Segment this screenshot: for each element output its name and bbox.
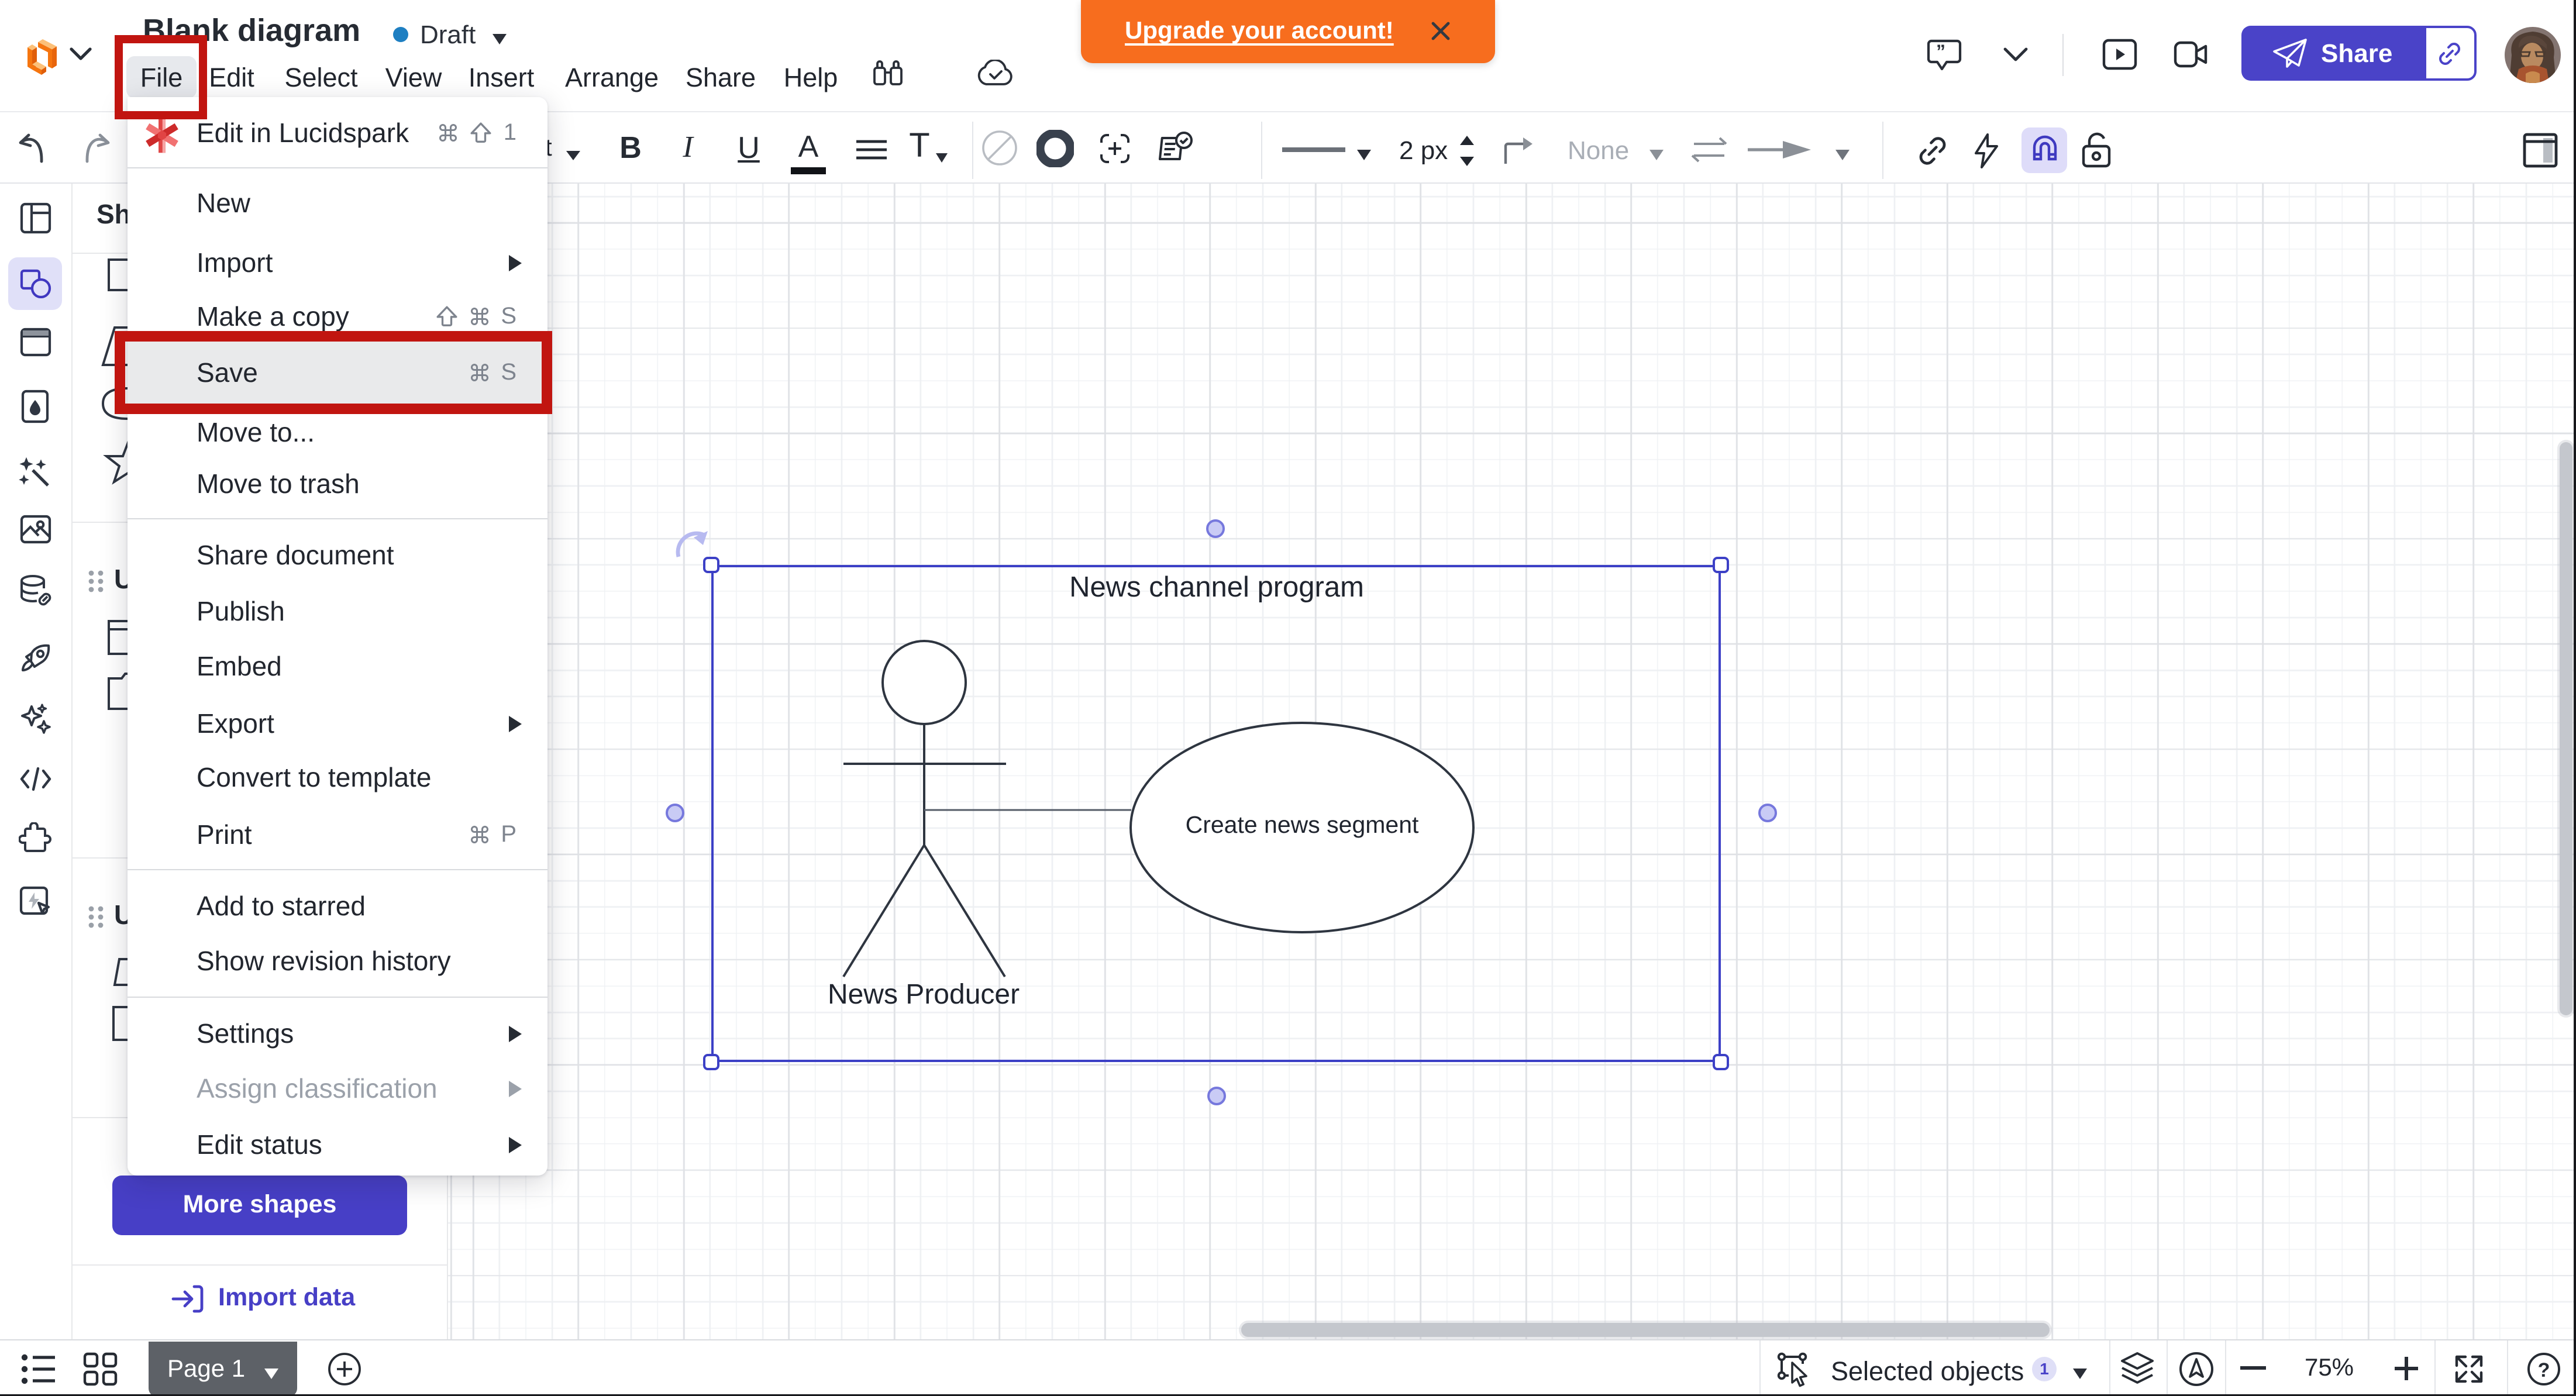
- svg-text:”: ”: [1936, 41, 1945, 62]
- svg-text:?: ?: [2538, 1359, 2550, 1381]
